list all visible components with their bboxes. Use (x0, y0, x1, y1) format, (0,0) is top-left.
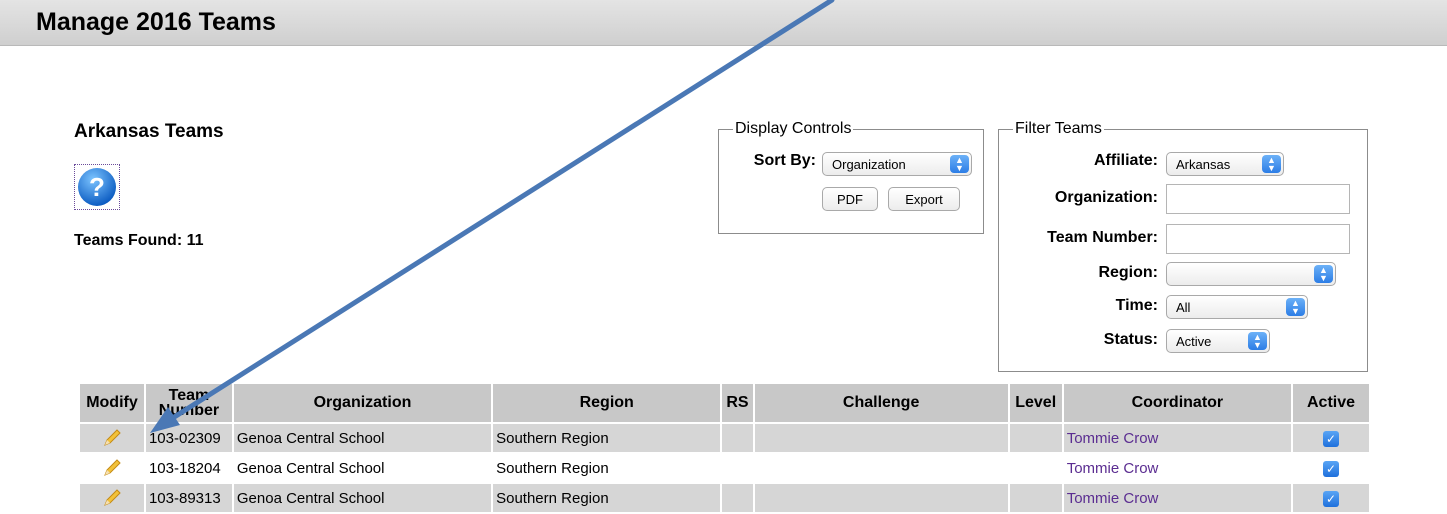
select-arrows-icon: ▲ ▼ (1286, 298, 1305, 316)
checkbox-checked-icon[interactable]: ✓ (1323, 490, 1340, 507)
rs-cell (720, 422, 755, 454)
active-cell: ✓ (1291, 452, 1371, 484)
team-number-input[interactable] (1166, 224, 1350, 254)
export-button[interactable]: Export (888, 187, 960, 211)
col-header-active[interactable]: Active (1291, 382, 1371, 424)
help-icon[interactable]: ? (74, 164, 120, 210)
affiliate-heading: Arkansas Teams (74, 121, 224, 142)
pencil-icon[interactable] (101, 427, 123, 449)
display-controls-legend: Display Controls (735, 120, 852, 137)
col-header-level[interactable]: Level (1007, 382, 1064, 424)
col-header-rs[interactable]: RS (720, 382, 755, 424)
affiliate-label: Affiliate: (1094, 152, 1158, 169)
team-number-cell: 103-02309 (143, 422, 234, 454)
challenge-cell (752, 482, 1010, 514)
modify-cell (78, 422, 146, 454)
affiliate-select[interactable]: Arkansas ▲ ▼ (1166, 152, 1284, 176)
level-cell (1007, 452, 1064, 484)
select-arrows-icon: ▲ ▼ (1314, 265, 1333, 283)
modify-cell (78, 482, 146, 514)
sort-by-label: Sort By: (753, 152, 816, 169)
time-value: All (1176, 300, 1191, 315)
svg-text:?: ? (89, 172, 105, 202)
coordinator-link[interactable]: Tommie Crow (1061, 422, 1294, 454)
table-row: 103-18204 Genoa Central School Southern … (78, 452, 1371, 484)
time-select[interactable]: All ▲ ▼ (1166, 295, 1308, 319)
col-header-team-number[interactable]: Team Number (143, 382, 234, 424)
page-title: Manage 2016 Teams (36, 8, 276, 36)
col-header-organization[interactable]: Organization (231, 382, 494, 424)
col-header-coordinator[interactable]: Coordinator (1061, 382, 1294, 424)
teams-found-count: Teams Found: 11 (74, 232, 204, 249)
pdf-button[interactable]: PDF (822, 187, 878, 211)
col-header-challenge[interactable]: Challenge (752, 382, 1010, 424)
checkbox-checked-icon[interactable]: ✓ (1323, 460, 1340, 477)
time-label: Time: (1115, 297, 1158, 314)
status-value: Active (1176, 334, 1212, 349)
select-arrows-icon: ▲ ▼ (1248, 332, 1267, 350)
region-select[interactable]: ▲ ▼ (1166, 262, 1336, 286)
region-cell: Southern Region (491, 422, 723, 454)
affiliate-value: Arkansas (1176, 157, 1231, 172)
organization-label: Organization: (1054, 189, 1158, 206)
col-header-modify[interactable]: Modify (78, 382, 146, 424)
table-header-row: Modify Team Number Organization Region R… (78, 382, 1371, 424)
team-number-label: Team Number: (1047, 229, 1158, 246)
coordinator-link[interactable]: Tommie Crow (1061, 452, 1294, 484)
active-cell: ✓ (1291, 482, 1371, 514)
organization-cell: Genoa Central School (231, 482, 494, 514)
filter-teams-legend: Filter Teams (1015, 120, 1102, 137)
active-cell: ✓ (1291, 422, 1371, 454)
modify-cell (78, 452, 146, 484)
region-cell: Southern Region (491, 452, 723, 484)
sort-by-select[interactable]: Organization ▲ ▼ (822, 152, 972, 176)
checkbox-checked-icon[interactable]: ✓ (1323, 430, 1340, 447)
level-cell (1007, 482, 1064, 514)
organization-cell: Genoa Central School (231, 452, 494, 484)
team-number-cell: 103-89313 (143, 482, 234, 514)
organization-input[interactable] (1166, 184, 1350, 214)
teams-table: Modify Team Number Organization Region R… (78, 382, 1371, 514)
sort-by-value: Organization (832, 157, 906, 172)
pencil-icon[interactable] (101, 487, 123, 509)
select-arrows-icon: ▲ ▼ (1262, 155, 1281, 173)
challenge-cell (752, 422, 1010, 454)
display-controls-panel: Display Controls (718, 120, 984, 234)
team-number-cell: 103-18204 (143, 452, 234, 484)
pencil-icon[interactable] (101, 457, 123, 479)
col-header-region[interactable]: Region (491, 382, 723, 424)
level-cell (1007, 422, 1064, 454)
table-row: 103-02309 Genoa Central School Southern … (78, 422, 1371, 454)
coordinator-link[interactable]: Tommie Crow (1061, 482, 1294, 514)
table-row: 103-89313 Genoa Central School Southern … (78, 482, 1371, 514)
region-label: Region: (1098, 264, 1158, 281)
title-bar: Manage 2016 Teams (0, 0, 1447, 46)
status-select[interactable]: Active ▲ ▼ (1166, 329, 1270, 353)
select-arrows-icon: ▲ ▼ (950, 155, 969, 173)
challenge-cell (752, 452, 1010, 484)
region-cell: Southern Region (491, 482, 723, 514)
rs-cell (720, 482, 755, 514)
rs-cell (720, 452, 755, 484)
organization-cell: Genoa Central School (231, 422, 494, 454)
status-label: Status: (1103, 331, 1158, 348)
